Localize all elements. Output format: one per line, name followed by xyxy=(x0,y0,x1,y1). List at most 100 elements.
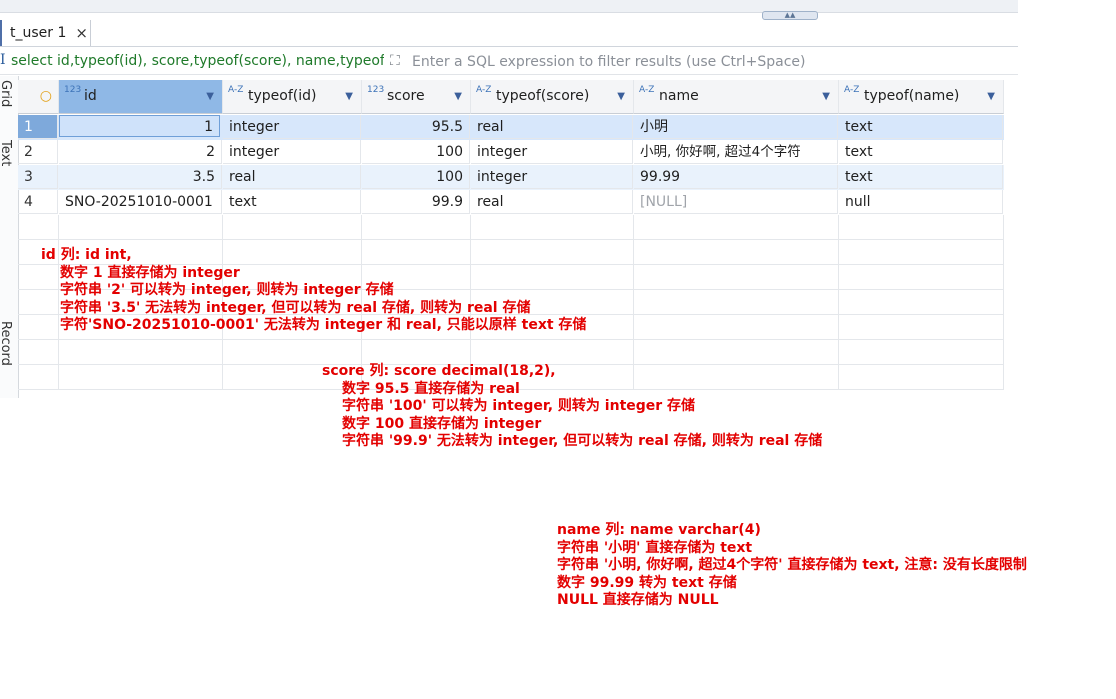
column-header-id[interactable]: 123 id ▼ xyxy=(59,80,223,114)
note-line: 字符串 '2' 可以转为 integer, 则转为 integer 存储 xyxy=(60,282,394,299)
empty-cell xyxy=(634,315,839,340)
empty-cell xyxy=(18,215,59,240)
text-type-icon: A-Z xyxy=(844,85,860,95)
cell-typeof-score[interactable]: real xyxy=(471,190,633,214)
cell-score[interactable]: 100 xyxy=(362,165,470,189)
row-header-corner[interactable]: ○ xyxy=(18,80,59,114)
column-header-typeof-id[interactable]: A-Z typeof(id) ▼ xyxy=(223,80,362,114)
sort-arrow-icon[interactable]: ▼ xyxy=(617,80,625,113)
cell-id[interactable]: 2 xyxy=(59,140,222,164)
row-number[interactable]: 2 xyxy=(18,140,58,164)
text-type-icon: A-Z xyxy=(228,85,244,95)
empty-cell xyxy=(471,215,634,240)
empty-cell xyxy=(471,340,634,365)
cell-typeof-id[interactable]: text xyxy=(223,190,361,214)
note-line: 数字 1 直接存储为 integer xyxy=(60,264,240,281)
cell-name[interactable]: 小明, 你好啊, 超过4个字符 xyxy=(634,140,838,164)
panel-collapse-handle[interactable]: ▲▲ xyxy=(762,11,818,20)
note-line: 字符串 '3.5' 无法转为 integer, 但可以转为 real 存储, 则… xyxy=(60,299,531,316)
row-number[interactable]: 1 xyxy=(18,115,58,139)
column-header-typeof-name[interactable]: A-Z typeof(name) ▼ xyxy=(839,80,1004,114)
sql-query-text: select id,typeof(id), score,typeof(score… xyxy=(11,53,384,69)
expand-icon[interactable]: ⛶ xyxy=(390,53,400,69)
empty-cell xyxy=(634,240,839,265)
results-panel: ▲▲ t_user 1 × I select id,typeof(id), sc… xyxy=(0,0,1018,412)
column-header-name[interactable]: A-Z name ▼ xyxy=(634,80,839,114)
note-line: 数字 95.5 直接存储为 real xyxy=(342,380,520,397)
cell-score[interactable]: 99.9 xyxy=(362,190,470,214)
empty-cell xyxy=(839,365,1004,390)
empty-cell xyxy=(839,290,1004,315)
cell-name[interactable]: 小明 xyxy=(634,115,838,139)
note-line: NULL 直接存储为 NULL xyxy=(557,592,719,609)
sort-arrow-icon[interactable]: ▼ xyxy=(345,80,353,113)
top-strip xyxy=(0,0,1018,13)
cell-typeof-score[interactable]: integer xyxy=(471,165,633,189)
sql-icon: I xyxy=(0,52,6,68)
sort-arrow-icon[interactable]: ▼ xyxy=(454,80,462,113)
note-line: name 列: name varchar(4) xyxy=(557,522,761,538)
cell-score[interactable]: 100 xyxy=(362,140,470,164)
column-label: id xyxy=(84,88,97,104)
empty-cell xyxy=(223,340,362,365)
cell-id[interactable]: 1 xyxy=(59,115,220,137)
cell-typeof-id[interactable]: integer xyxy=(223,115,361,139)
number-type-icon: 123 xyxy=(64,85,82,95)
cell-score[interactable]: 95.5 xyxy=(362,115,470,139)
sort-arrow-icon[interactable]: ▼ xyxy=(987,80,995,113)
cell-typeof-id[interactable]: integer xyxy=(223,140,361,164)
cell-typeof-name[interactable]: text xyxy=(839,140,1003,164)
cell-typeof-score[interactable]: real xyxy=(471,115,633,139)
column-label: score xyxy=(387,88,425,104)
sort-arrow-icon[interactable]: ▼ xyxy=(206,80,214,113)
note-line: id 列: id int, xyxy=(41,247,132,263)
note-line: score 列: score decimal(18,2), xyxy=(322,363,556,379)
empty-cell xyxy=(59,215,223,240)
cell-typeof-id[interactable]: real xyxy=(223,165,361,189)
grid-view-toggle[interactable]: Grid xyxy=(0,80,13,107)
note-line: 数字 99.99 转为 text 存储 xyxy=(557,574,737,591)
text-type-icon: A-Z xyxy=(639,85,655,95)
empty-cell xyxy=(362,215,471,240)
column-label: typeof(score) xyxy=(496,88,590,104)
empty-cell xyxy=(839,315,1004,340)
text-view-toggle[interactable]: Text xyxy=(0,140,13,166)
record-view-toggle[interactable]: Record xyxy=(0,321,13,366)
row-number[interactable]: 4 xyxy=(18,190,58,214)
table-row[interactable]: 1 1 integer 95.5 real 小明 text xyxy=(18,115,1004,140)
empty-cell xyxy=(362,340,471,365)
empty-cell xyxy=(839,240,1004,265)
cell-name[interactable]: 99.99 xyxy=(634,165,838,189)
close-icon[interactable]: × xyxy=(75,24,88,42)
note-line: 字符串 '小明' 直接存储为 text xyxy=(557,539,753,556)
note-line: 字符串 '100' 可以转为 integer, 则转为 integer 存储 xyxy=(342,398,696,415)
table-row[interactable]: 3 3.5 real 100 integer 99.99 text xyxy=(18,165,1004,190)
column-header-score[interactable]: 123 score ▼ xyxy=(362,80,471,114)
cell-typeof-score[interactable]: integer xyxy=(471,140,633,164)
cell-id[interactable]: 3.5 xyxy=(59,165,222,189)
number-type-icon: 123 xyxy=(367,85,385,95)
filter-bar: I select id,typeof(id), score,typeof(sco… xyxy=(0,50,1018,75)
column-label: typeof(name) xyxy=(864,88,960,104)
note-line: 字符串 '99.9' 无法转为 integer, 但可以转为 real 存储, … xyxy=(342,433,823,450)
note-id-column: id 列: id int, 数字 1 直接存储为 integer 字符串 '2'… xyxy=(41,247,586,335)
table-row[interactable]: 2 2 integer 100 integer 小明, 你好啊, 超过4个字符 … xyxy=(18,140,1004,165)
cell-id[interactable]: SNO-20251010-0001 xyxy=(59,190,222,214)
empty-cell xyxy=(18,340,59,365)
tab-t-user-1[interactable]: t_user 1 × xyxy=(0,20,91,46)
empty-cell xyxy=(634,265,839,290)
empty-cell xyxy=(223,215,362,240)
empty-cell xyxy=(839,215,1004,240)
empty-cell xyxy=(634,290,839,315)
table-row[interactable]: 4 SNO-20251010-0001 text 99.9 real [NULL… xyxy=(18,190,1004,215)
filter-input[interactable]: Enter a SQL expression to filter results… xyxy=(412,54,806,70)
cell-name-null[interactable]: [NULL] xyxy=(634,190,838,214)
cell-typeof-name[interactable]: text xyxy=(839,165,1003,189)
column-label: typeof(id) xyxy=(248,88,317,104)
sort-arrow-icon[interactable]: ▼ xyxy=(822,80,830,113)
column-header-typeof-score[interactable]: A-Z typeof(score) ▼ xyxy=(471,80,634,114)
row-number[interactable]: 3 xyxy=(18,165,58,189)
note-line: 字符'SNO-20251010-0001' 无法转为 integer 和 rea… xyxy=(60,317,587,334)
cell-typeof-name[interactable]: null xyxy=(839,190,1003,214)
cell-typeof-name[interactable]: text xyxy=(839,115,1003,139)
